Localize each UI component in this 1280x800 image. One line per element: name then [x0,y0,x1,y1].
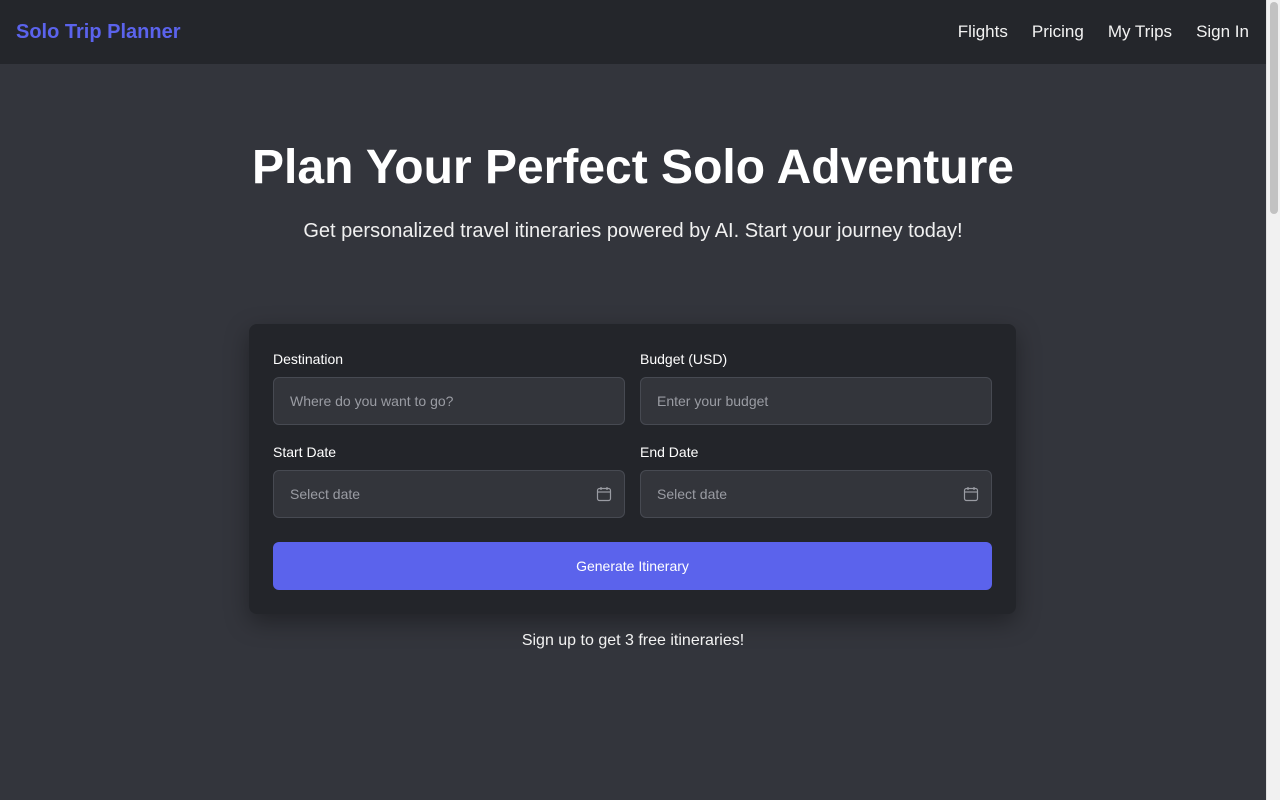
calendar-icon[interactable] [963,486,979,502]
calendar-icon[interactable] [596,486,612,502]
navbar: Solo Trip Planner Flights Pricing My Tri… [0,0,1266,64]
brand-logo[interactable]: Solo Trip Planner [16,21,180,44]
start-date-field-wrapper [273,470,625,518]
hero-subtitle: Get personalized travel itineraries powe… [303,220,963,242]
budget-input[interactable] [657,393,975,409]
nav-links: Flights Pricing My Trips Sign In [958,22,1249,42]
budget-field-wrapper [640,377,992,425]
trip-form-card: Destination Budget (USD) Start Date End … [249,324,1016,614]
nav-link-pricing[interactable]: Pricing [1032,22,1084,42]
signup-note: Sign up to get 3 free itineraries! [521,632,745,649]
end-date-label: End Date [640,444,699,460]
scrollbar-thumb[interactable] [1270,2,1278,214]
start-date-input[interactable] [290,486,608,502]
nav-link-sign-in[interactable]: Sign In [1196,22,1249,42]
destination-field-wrapper [273,377,625,425]
hero-title: Plan Your Perfect Solo Adventure [252,141,1014,194]
generate-itinerary-button[interactable]: Generate Itinerary [273,542,992,590]
budget-label: Budget (USD) [640,351,728,367]
start-date-label: Start Date [273,444,337,460]
nav-link-flights[interactable]: Flights [958,22,1008,42]
page: Solo Trip Planner Flights Pricing My Tri… [0,0,1280,800]
end-date-input[interactable] [657,486,975,502]
nav-link-my-trips[interactable]: My Trips [1108,22,1172,42]
end-date-field-wrapper [640,470,992,518]
destination-input[interactable] [290,393,608,409]
destination-label: Destination [273,351,344,367]
page-scrollbar[interactable] [1266,0,1280,800]
